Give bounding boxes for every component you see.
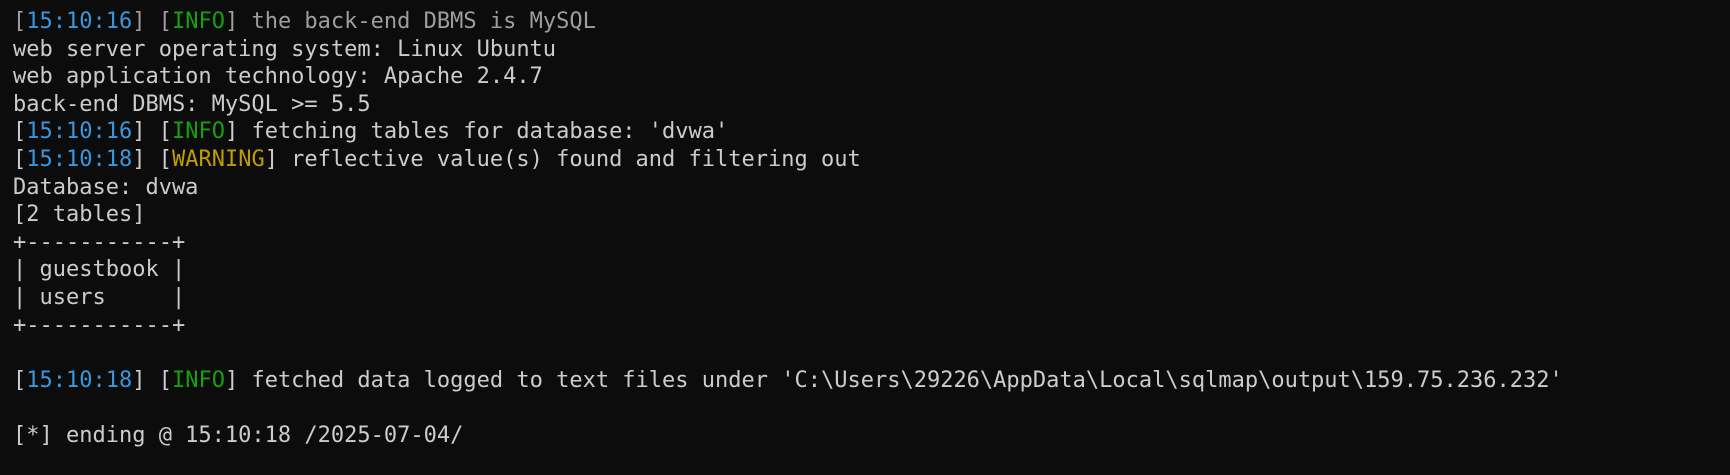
log-line-fetching-tables: [15:10:16] [INFO] fetching tables for da… <box>13 119 729 145</box>
table-row: | users | <box>13 284 186 310</box>
log-level-warning: WARNING <box>171 146 265 172</box>
log-level-info: INFO <box>171 9 225 34</box>
log-line-fetched-data: [15:10:18] [INFO] fetched data logged to… <box>13 367 1563 393</box>
ending-line: [*] ending @ 15:10:18 /2025-07-04/ <box>13 422 464 448</box>
log-level-info: INFO <box>171 367 225 393</box>
table-row: | guestbook | <box>13 257 186 283</box>
output-line: Database: dvwa <box>13 174 199 200</box>
log-message: reflective value(s) found and filtering … <box>277 146 861 172</box>
log-timestamp: 15:10:16 <box>26 9 133 34</box>
log-line-warning: [15:10:18] [WARNING] reflective value(s)… <box>13 146 861 172</box>
output-line: [2 tables] <box>13 202 146 228</box>
output-line: web server operating system: Linux Ubunt… <box>13 36 557 62</box>
terminal-window[interactable]: [15:10:16] [INFO] the back-end DBMS is M… <box>0 0 1730 475</box>
log-timestamp: 15:10:18 <box>26 367 133 393</box>
log-line-dbms-detected: [15:10:16] [INFO] the back-end DBMS is M… <box>13 9 596 34</box>
output-line: back-end DBMS: MySQL >= 5.5 <box>13 91 371 117</box>
table-border-top: +-----------+ <box>13 229 186 255</box>
log-message: fetching tables for database: 'dvwa' <box>238 119 729 145</box>
log-level-info: INFO <box>171 119 225 145</box>
log-timestamp: 15:10:18 <box>26 146 133 172</box>
log-timestamp: 15:10:16 <box>26 119 133 145</box>
log-message: the back-end DBMS is MySQL <box>238 9 596 34</box>
log-message: fetched data logged to text files under … <box>238 367 1563 393</box>
output-line: web application technology: Apache 2.4.7 <box>13 64 543 90</box>
table-border-bottom: +-----------+ <box>13 312 186 338</box>
